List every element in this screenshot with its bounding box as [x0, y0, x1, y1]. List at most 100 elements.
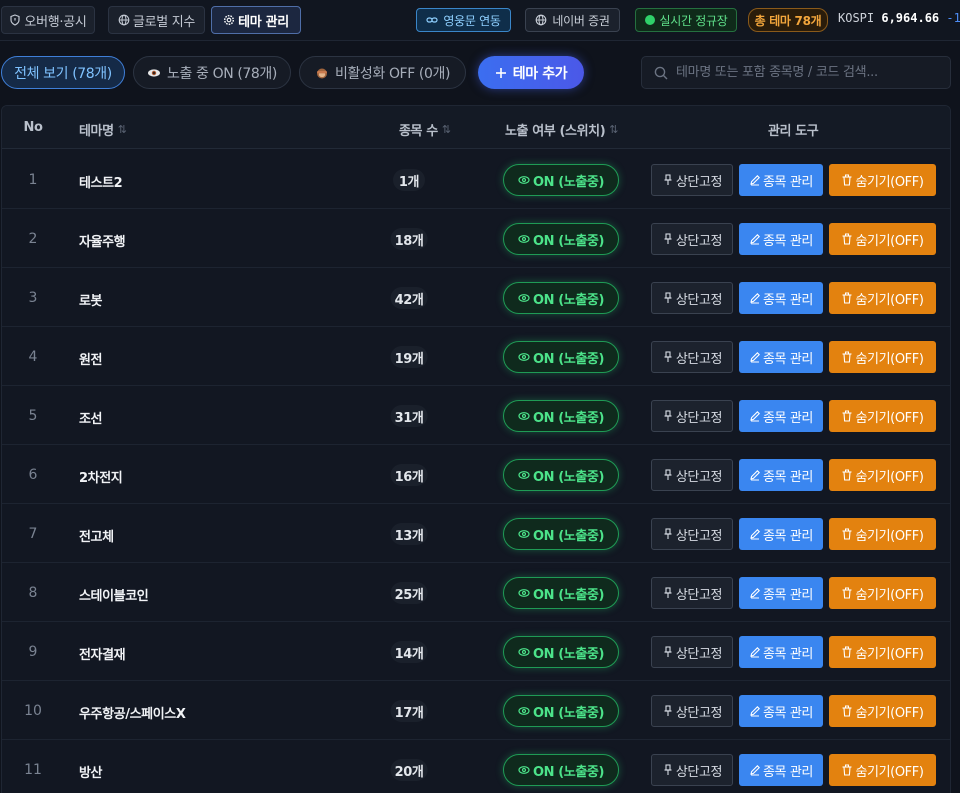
visibility-toggle[interactable]: ON (노출중)	[503, 577, 619, 609]
eye-icon	[518, 176, 530, 184]
manage-stocks-button[interactable]: 종목 관리	[739, 459, 823, 491]
hide-button[interactable]: 숨기기(OFF)	[829, 459, 936, 491]
manage-stocks-button[interactable]: 종목 관리	[739, 282, 823, 314]
filter-off[interactable]: 비활성화 OFF (0개)	[299, 56, 466, 89]
pin-top-button[interactable]: 상단고정	[651, 164, 733, 196]
eye-icon	[518, 235, 530, 243]
table-row: 2 자율주행 18개 ON (노출중) 상단고정 종목 관리 숨기기(OFF)	[2, 209, 950, 268]
eye-icon	[518, 530, 530, 538]
manage-stocks-button[interactable]: 종목 관리	[739, 400, 823, 432]
row-number: 9	[28, 644, 38, 660]
hide-label: 숨기기(OFF)	[855, 410, 924, 426]
manage-label: 종목 관리	[763, 351, 813, 367]
pin-icon	[664, 528, 672, 539]
pin-top-button[interactable]: 상단고정	[651, 341, 733, 373]
trash-icon	[842, 233, 852, 245]
manage-label: 종목 관리	[763, 233, 813, 249]
manage-stocks-button[interactable]: 종목 관리	[739, 341, 823, 373]
table-row: 7 전고체 13개 ON (노출중) 상단고정 종목 관리 숨기기(OFF)	[2, 504, 950, 563]
pin-icon	[664, 410, 672, 421]
hide-button[interactable]: 숨기기(OFF)	[829, 341, 936, 373]
pin-icon	[664, 587, 672, 598]
visibility-toggle[interactable]: ON (노출중)	[503, 518, 619, 550]
globe-icon	[536, 14, 547, 26]
pin-top-button[interactable]: 상단고정	[651, 459, 733, 491]
toggle-label: ON (노출중)	[532, 233, 605, 249]
hide-button[interactable]: 숨기기(OFF)	[829, 577, 936, 609]
row-number: 4	[28, 349, 38, 365]
naver-button[interactable]: 네이버 증권	[525, 8, 620, 32]
manage-stocks-button[interactable]: 종목 관리	[739, 695, 823, 727]
manage-stocks-button[interactable]: 종목 관리	[739, 577, 823, 609]
table-row: 1 테스트2 1개 ON (노출중) 상단고정 종목 관리 숨기기(OFF)	[2, 150, 950, 209]
pin-label: 상단고정	[675, 705, 723, 721]
hide-button[interactable]: 숨기기(OFF)	[829, 223, 936, 255]
pin-top-button[interactable]: 상단고정	[651, 695, 733, 727]
visibility-toggle[interactable]: ON (노출중)	[503, 164, 619, 196]
pencil-icon	[750, 529, 760, 540]
table-row: 3 로봇 42개 ON (노출중) 상단고정 종목 관리 숨기기(OFF)	[2, 268, 950, 327]
eye-icon	[518, 766, 530, 774]
visibility-toggle[interactable]: ON (노출중)	[503, 223, 619, 255]
trash-icon	[842, 764, 852, 776]
visibility-toggle[interactable]: ON (노출중)	[503, 754, 619, 786]
pin-top-button[interactable]: 상단고정	[651, 400, 733, 432]
pin-top-button[interactable]: 상단고정	[651, 754, 733, 786]
manage-stocks-button[interactable]: 종목 관리	[739, 754, 823, 786]
hide-button[interactable]: 숨기기(OFF)	[829, 695, 936, 727]
pin-icon	[664, 469, 672, 480]
visibility-toggle[interactable]: ON (노출중)	[503, 459, 619, 491]
shield-icon	[10, 14, 21, 26]
tab-global-index[interactable]: 글로벌 지수	[108, 6, 205, 34]
pin-label: 상단고정	[675, 174, 723, 190]
header-name[interactable]: 테마명 ⇅	[79, 120, 127, 139]
pencil-icon	[750, 588, 760, 599]
visibility-toggle[interactable]: ON (노출중)	[503, 695, 619, 727]
table-row: 9 전자결재 14개 ON (노출중) 상단고정 종목 관리 숨기기(OFF)	[2, 622, 950, 681]
pencil-icon	[750, 411, 760, 422]
theme-name: 스테이블코인	[79, 589, 149, 604]
pencil-icon	[750, 765, 760, 776]
toggle-label: ON (노출중)	[532, 764, 605, 780]
pin-label: 상단고정	[675, 292, 723, 308]
visibility-toggle[interactable]: ON (노출중)	[503, 636, 619, 668]
manage-stocks-button[interactable]: 종목 관리	[739, 636, 823, 668]
pin-top-button[interactable]: 상단고정	[651, 518, 733, 550]
sort-icon: ⇅	[441, 123, 451, 136]
pin-top-button[interactable]: 상단고정	[651, 577, 733, 609]
hide-button[interactable]: 숨기기(OFF)	[829, 754, 936, 786]
pin-top-button[interactable]: 상단고정	[651, 282, 733, 314]
pin-top-button[interactable]: 상단고정	[651, 223, 733, 255]
hide-button[interactable]: 숨기기(OFF)	[829, 518, 936, 550]
header-count[interactable]: 종목 수 ⇅	[399, 120, 451, 139]
add-theme-button[interactable]: 테마 추가	[478, 56, 584, 89]
row-number: 6	[28, 467, 38, 483]
manage-stocks-button[interactable]: 종목 관리	[739, 164, 823, 196]
filter-all[interactable]: 전체 보기 (78개)	[1, 56, 125, 89]
header-toggle[interactable]: 노출 여부 (스위치) ⇅	[505, 120, 618, 139]
hide-button[interactable]: 숨기기(OFF)	[829, 282, 936, 314]
visibility-toggle[interactable]: ON (노출중)	[503, 282, 619, 314]
hide-button[interactable]: 숨기기(OFF)	[829, 636, 936, 668]
search-input[interactable]	[676, 65, 946, 80]
filter-off-label: 비활성화 OFF (0개)	[334, 65, 451, 82]
tab-theme-manage[interactable]: 테마 관리	[211, 6, 301, 34]
toggle-label: ON (노출중)	[532, 351, 605, 367]
visibility-toggle[interactable]: ON (노출중)	[503, 341, 619, 373]
pin-top-button[interactable]: 상단고정	[651, 636, 733, 668]
hide-button[interactable]: 숨기기(OFF)	[829, 400, 936, 432]
row-number: 8	[28, 585, 38, 601]
hide-label: 숨기기(OFF)	[855, 764, 924, 780]
header-no: No	[23, 120, 43, 135]
visibility-toggle[interactable]: ON (노출중)	[503, 400, 619, 432]
filter-on[interactable]: 노출 중 ON (78개)	[133, 56, 291, 89]
top-bar: 오버행·공시 글로벌 지수 테마 관리 영웅문 연동 네이버 증권 실시간 정규…	[0, 0, 960, 41]
tab-overhang[interactable]: 오버행·공시	[1, 6, 95, 34]
link-button[interactable]: 영웅문 연동	[416, 8, 511, 32]
hide-button[interactable]: 숨기기(OFF)	[829, 164, 936, 196]
header-tools: 관리 도구	[768, 124, 819, 139]
manage-stocks-button[interactable]: 종목 관리	[739, 223, 823, 255]
toggle-label: ON (노출중)	[532, 410, 605, 426]
hide-label: 숨기기(OFF)	[855, 705, 924, 721]
manage-stocks-button[interactable]: 종목 관리	[739, 518, 823, 550]
